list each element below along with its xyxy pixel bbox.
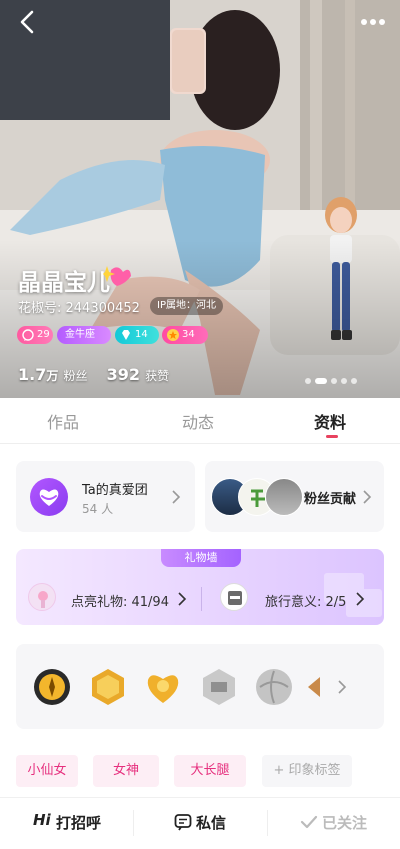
greet-button[interactable]: Hi 打招呼 bbox=[0, 798, 133, 848]
tab-moments[interactable]: 动态 bbox=[182, 409, 214, 433]
lit-gifts-progress[interactable]: 点亮礼物: 41/94 bbox=[71, 591, 169, 610]
user-id: 花椒号: 244300452 bbox=[18, 301, 140, 316]
likes-count: 392 bbox=[106, 365, 140, 384]
carousel-dot bbox=[341, 378, 347, 384]
zodiac-badge: 金牛座 bbox=[57, 326, 111, 344]
sparkle-heart-icon bbox=[103, 266, 131, 286]
chat-bubble-icon bbox=[22, 329, 34, 341]
fan-club-title: Ta的真爱团 bbox=[82, 483, 148, 498]
gift-wall-header: 礼物墙 bbox=[161, 549, 241, 567]
chevron-right-icon bbox=[356, 592, 365, 606]
diamond-icon bbox=[122, 330, 130, 340]
back-arrow-icon[interactable] bbox=[14, 8, 42, 36]
fan-contribution-title: 粉丝贡献 bbox=[304, 492, 357, 507]
tag-fairy[interactable]: 小仙女 bbox=[16, 755, 78, 787]
carousel-dot bbox=[305, 378, 311, 384]
fans-label: 粉丝 bbox=[63, 369, 88, 383]
chat-level-value: 29 bbox=[37, 329, 50, 340]
fans-unit: 万 bbox=[46, 369, 59, 383]
fan-avatar bbox=[265, 478, 303, 516]
impression-tags: 小仙女 女神 大长腿 + 印象标签 bbox=[16, 755, 384, 787]
followed-button[interactable]: 已关注 bbox=[268, 798, 400, 848]
ip-location-badge: IP属地：河北 bbox=[150, 297, 223, 315]
gift-flower-icon bbox=[28, 583, 56, 611]
top-fans-avatars bbox=[211, 478, 303, 516]
gift-wall-card[interactable]: 礼物墙 点亮礼物: 41/94 旅行意义: 2/5 bbox=[16, 549, 384, 625]
gold-heart-medal-icon[interactable] bbox=[143, 667, 183, 707]
carousel-dot bbox=[331, 378, 337, 384]
chat-level-badge: 29 bbox=[17, 326, 53, 344]
diamond-level-badge: 14 bbox=[115, 326, 159, 344]
silver-ball-medal-icon[interactable] bbox=[254, 667, 294, 707]
active-tab-indicator bbox=[326, 435, 338, 438]
medals-card[interactable] bbox=[16, 644, 384, 729]
greet-label: 打招呼 bbox=[56, 814, 102, 832]
bronze-medal-icon[interactable] bbox=[306, 667, 320, 707]
zodiac-label: 金牛座 bbox=[65, 329, 95, 340]
fan-club-count: 54 人 bbox=[82, 502, 114, 516]
checkmark-icon bbox=[300, 815, 318, 829]
diamond-level-value: 14 bbox=[135, 329, 148, 340]
tag-goddess[interactable]: 女神 bbox=[93, 755, 159, 787]
message-label: 私信 bbox=[196, 814, 227, 832]
star-level-badge: 34 bbox=[162, 326, 208, 344]
chevron-right-icon bbox=[363, 490, 372, 504]
chevron-right-icon bbox=[178, 592, 187, 606]
likes-label: 获赞 bbox=[145, 369, 170, 383]
fan-contribution-card[interactable]: 粉丝贡献 bbox=[205, 461, 384, 532]
gold-hexagon-medal-icon[interactable] bbox=[88, 667, 128, 707]
star-medal-icon bbox=[167, 329, 179, 341]
gold-sun-medal-icon[interactable] bbox=[32, 667, 72, 707]
gift-wall-divider bbox=[201, 587, 202, 611]
profile-stats: 1.7万 粉丝 392 获赞 bbox=[18, 365, 183, 384]
hi-icon: Hi bbox=[33, 811, 51, 829]
tab-works[interactable]: 作品 bbox=[47, 409, 79, 433]
profile-tabs: 作品 动态 资料 bbox=[0, 398, 400, 444]
add-impression-tag-button[interactable]: + 印象标签 bbox=[262, 755, 352, 787]
message-icon bbox=[174, 814, 192, 831]
chevron-right-icon[interactable] bbox=[337, 680, 347, 694]
followed-label: 已关注 bbox=[322, 814, 368, 832]
profile-name: 晶晶宝儿 bbox=[18, 270, 110, 296]
travel-meaning-progress[interactable]: 旅行意义: 2/5 bbox=[265, 591, 346, 610]
fan-club-card[interactable]: Ta的真爱团 54 人 bbox=[16, 461, 195, 532]
more-options-icon[interactable] bbox=[358, 8, 388, 36]
silver-travel-medal-icon[interactable] bbox=[199, 667, 239, 707]
message-button[interactable]: 私信 bbox=[134, 798, 267, 848]
carousel-dot bbox=[351, 378, 357, 384]
star-level-value: 34 bbox=[182, 329, 195, 340]
carousel-dot-active bbox=[315, 378, 327, 384]
tab-profile-info[interactable]: 资料 bbox=[314, 409, 346, 433]
bottom-action-bar: Hi 打招呼 私信 已关注 bbox=[0, 797, 400, 849]
fan-club-heart-icon bbox=[30, 478, 68, 516]
profile-hero[interactable]: 晶晶宝儿 花椒号: 244300452 IP属地：河北 29 金牛座 14 34 bbox=[0, 0, 400, 398]
travel-meaning-icon bbox=[220, 583, 248, 611]
tag-long-legs[interactable]: 大长腿 bbox=[174, 755, 246, 787]
chevron-right-icon bbox=[172, 490, 181, 504]
fans-count: 1.7 bbox=[18, 365, 47, 384]
